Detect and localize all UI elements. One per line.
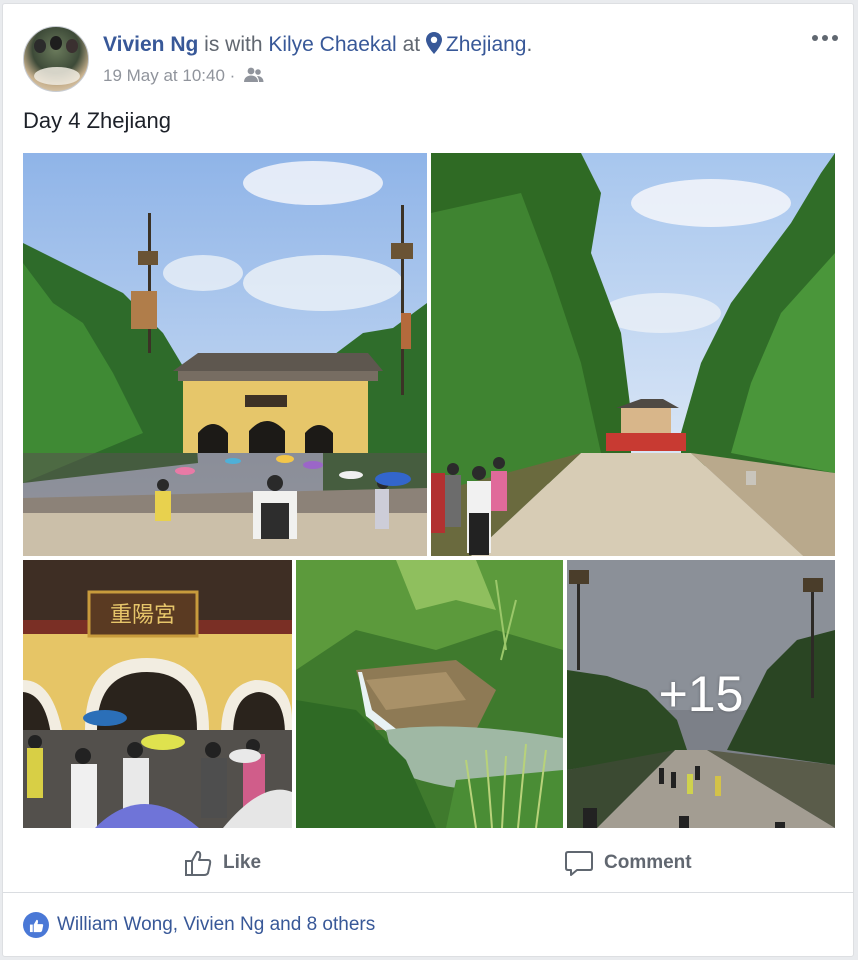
author-name-link[interactable]: Vivien Ng <box>103 33 198 56</box>
photo-more-overlay[interactable]: +15 <box>567 560 835 828</box>
plaque-sign-text: 重陽宮 <box>110 603 176 628</box>
like-reaction-icon <box>23 912 49 938</box>
at-text: at <box>396 33 426 56</box>
post-meta: 19 May at 10:40 · <box>103 66 264 86</box>
post-headline: Vivien Ng is with Kilye Chaekal at Zheji… <box>103 32 532 57</box>
post-text: Day 4 Zhejiang <box>23 108 171 133</box>
location-pin-icon <box>425 32 442 54</box>
post-actions: Like Comment <box>3 838 853 890</box>
location-link[interactable]: Zhejiang <box>425 32 527 56</box>
friends-icon[interactable] <box>244 67 264 83</box>
comment-label: Comment <box>604 852 692 873</box>
photo-temple-gate[interactable] <box>23 153 427 556</box>
photo-tree-lined-path[interactable] <box>431 153 835 556</box>
comment-icon <box>565 851 593 876</box>
period-text: . <box>526 33 533 56</box>
with-text: is with <box>198 33 269 56</box>
author-avatar[interactable] <box>23 26 89 92</box>
tagged-friend-link[interactable]: Kilye Chaekal <box>268 33 396 56</box>
location-label: Zhejiang <box>445 33 527 56</box>
reactions-text: William Wong, Vivien Ng and 8 others <box>57 914 376 935</box>
more-photos-count: +15 <box>658 666 744 722</box>
actions-divider <box>3 892 853 893</box>
photo-waterfall[interactable] <box>296 560 563 828</box>
more-options-icon[interactable] <box>811 32 839 44</box>
thumbs-up-icon <box>185 850 212 876</box>
post-card: Vivien Ng is with Kilye Chaekal at Zheji… <box>2 3 854 957</box>
photo-gate-plaque[interactable]: 重陽宮 <box>23 560 292 828</box>
comment-button[interactable]: Comment <box>564 846 692 880</box>
post-timestamp[interactable]: 19 May at 10:40 <box>103 66 225 85</box>
like-button[interactable]: Like <box>183 846 261 880</box>
like-label: Like <box>223 852 262 873</box>
meta-separator: · <box>224 66 241 85</box>
reactions-summary[interactable]: William Wong, Vivien Ng and 8 others <box>23 912 375 938</box>
